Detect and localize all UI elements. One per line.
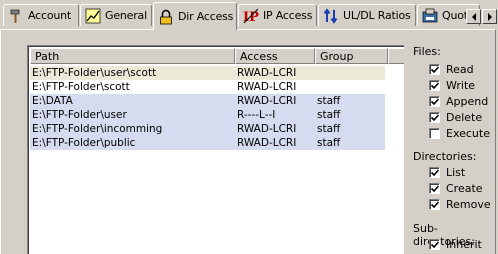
tab-label: General	[105, 9, 147, 22]
tab-general[interactable]: General	[80, 4, 152, 26]
checkbox-files-1[interactable]: Write	[429, 78, 475, 93]
column-header-access[interactable]: Access	[235, 48, 315, 64]
checkbox-box[interactable]	[429, 183, 440, 194]
checkmark-icon	[431, 201, 439, 209]
tab-strip: Account General Dir Access IP IP Access …	[0, 0, 498, 32]
tab-label: Dir Access	[178, 10, 234, 23]
checkbox-label: Read	[446, 63, 474, 76]
checkbox-label: Write	[446, 79, 476, 92]
checkbox-box[interactable]	[429, 96, 440, 107]
checkbox-label: Remove	[446, 198, 491, 211]
checkbox-label: Delete	[446, 111, 483, 124]
table-row[interactable]: E:\FTP-Folder\public RWAD-LCRI staff	[30, 136, 385, 150]
row-path: E:\FTP-Folder\scott	[32, 81, 130, 93]
checkbox-files-2[interactable]: Append	[429, 94, 488, 109]
table-row[interactable]: E:\FTP-Folder\scott RWAD-LCRI	[30, 80, 385, 94]
checkbox-label: Create	[446, 182, 483, 195]
row-group: staff	[317, 95, 341, 107]
row-access: RWAD-LCRI	[237, 123, 297, 135]
row-path: E:\FTP-Folder\incomming	[32, 123, 163, 135]
checkbox-label: Append	[446, 95, 489, 108]
row-path: E:\FTP-Folder\public	[32, 137, 136, 149]
chevron-right-icon	[487, 12, 492, 21]
checkbox-files-0[interactable]: Read	[429, 62, 474, 77]
checkbox-directories-1[interactable]: Create	[429, 181, 483, 196]
tab-label: UL/DL Ratios	[343, 9, 411, 22]
row-group: staff	[317, 109, 341, 121]
checkbox-box[interactable]	[429, 80, 440, 91]
chart-icon	[85, 8, 101, 24]
column-header-filler	[388, 48, 404, 64]
checkbox-files-3[interactable]: Delete	[429, 110, 482, 125]
checkmark-icon	[431, 169, 439, 177]
checkbox-directories-2[interactable]: Remove	[429, 197, 491, 212]
directory-list[interactable]: Path Access Group E:\FTP-Folder\user\sco…	[27, 45, 404, 254]
checkmark-icon	[431, 98, 439, 106]
table-row[interactable]: E:\DATA RWAD-LCRI staff	[30, 94, 385, 108]
tab-label: Account	[28, 9, 72, 22]
tab-account[interactable]: Account	[3, 4, 79, 26]
table-row[interactable]: E:\FTP-Folder\incomming RWAD-LCRI staff	[30, 122, 385, 136]
checkbox-box[interactable]	[429, 128, 440, 139]
row-access: RWAD-LCRI	[237, 81, 297, 93]
chevron-left-icon	[471, 12, 476, 21]
row-path: E:\DATA	[32, 95, 73, 107]
tab-scroll-left-button[interactable]	[466, 9, 481, 24]
row-access: RWAD-LCRI	[237, 67, 297, 79]
row-access: R----L--I	[237, 109, 276, 121]
checkbox-label: Execute	[446, 127, 490, 140]
checkbox-directories-0[interactable]: List	[429, 165, 465, 180]
hammer-icon	[8, 8, 24, 24]
table-row[interactable]: E:\FTP-Folder\user R----L--I staff	[30, 108, 385, 122]
column-header-group[interactable]: Group	[315, 48, 388, 64]
table-row[interactable]: E:\FTP-Folder\user\scott RWAD-LCRI	[30, 66, 385, 80]
checkbox-box[interactable]	[429, 64, 440, 75]
row-group: staff	[317, 123, 341, 135]
checkmark-icon	[431, 82, 439, 90]
checkmark-icon	[431, 241, 439, 249]
tab-scroll-right-button[interactable]	[482, 9, 497, 24]
padlock-icon	[158, 9, 174, 25]
row-access: RWAD-LCRI	[237, 137, 297, 149]
row-path: E:\FTP-Folder\user\scott	[32, 67, 157, 79]
tab-dir-access[interactable]: Dir Access	[153, 2, 237, 30]
checkbox-box[interactable]	[429, 167, 440, 178]
tab-label: IP Access	[263, 9, 313, 22]
files-heading: Files:	[413, 45, 441, 58]
checkbox-box[interactable]	[429, 112, 440, 123]
quota-icon	[422, 8, 438, 24]
ip-icon: IP	[243, 8, 259, 25]
row-group: staff	[317, 137, 341, 149]
list-header: Path Access Group	[30, 48, 404, 64]
checkmark-icon	[431, 114, 439, 122]
checkmark-icon	[431, 185, 439, 193]
row-access: RWAD-LCRI	[237, 95, 297, 107]
row-path: E:\FTP-Folder\user	[32, 109, 127, 121]
updown-arrows-icon	[323, 7, 339, 24]
checkbox-subdirectories-0[interactable]: Inherit	[429, 237, 482, 252]
checkbox-label: Inherit	[446, 238, 482, 251]
checkmark-icon	[431, 66, 439, 74]
directories-heading: Directories:	[413, 150, 477, 163]
checkbox-label: List	[446, 166, 466, 179]
checkbox-box[interactable]	[429, 239, 440, 250]
column-header-path[interactable]: Path	[30, 48, 235, 64]
tab-ul-dl-ratios[interactable]: UL/DL Ratios	[318, 4, 416, 26]
checkbox-box[interactable]	[429, 199, 440, 210]
checkbox-files-4[interactable]: Execute	[429, 126, 490, 141]
tab-ip-access[interactable]: IP IP Access	[238, 4, 317, 26]
